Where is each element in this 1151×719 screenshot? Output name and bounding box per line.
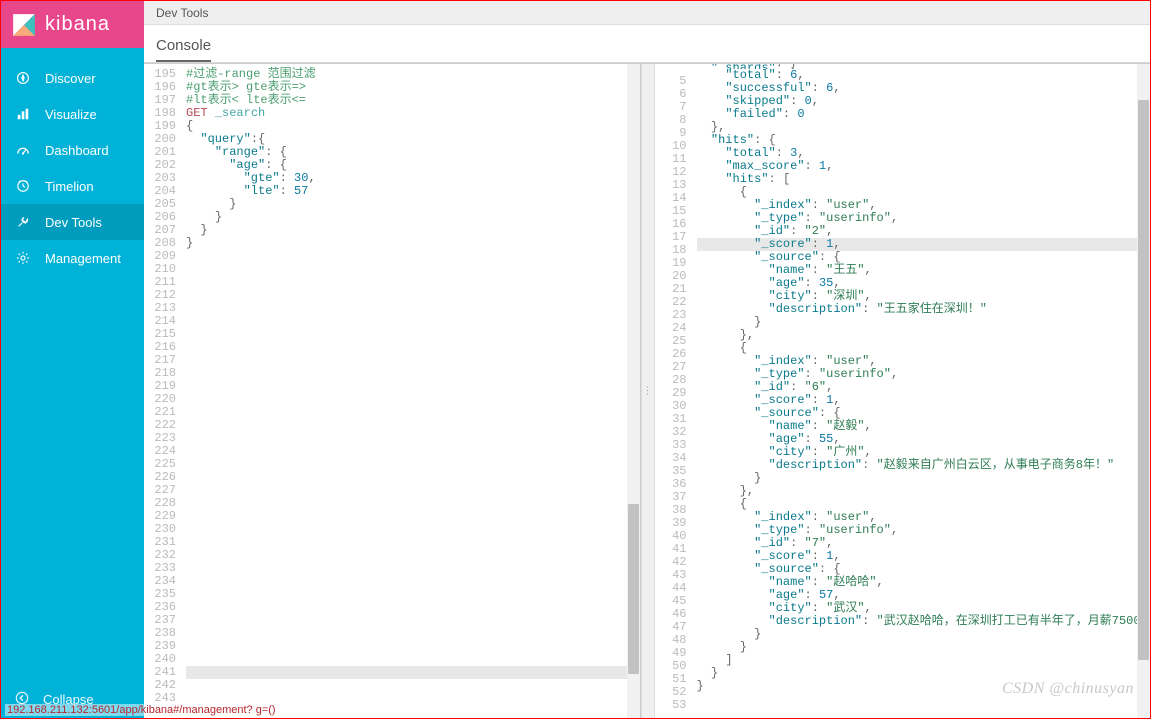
tab-console[interactable]: Console (156, 31, 211, 62)
request-pane[interactable]: 1951961971981992002012022032042052062072… (144, 64, 641, 718)
gauge-icon (15, 142, 31, 158)
status-url: 192.168.211.132:5601/app/kibana#/managem… (5, 704, 278, 716)
sidebar-item-dev-tools[interactable]: Dev Tools (1, 204, 144, 240)
logo[interactable]: kibana (1, 1, 144, 48)
sidebar-item-dashboard[interactable]: Dashboard (1, 132, 144, 168)
sidebar-item-label: Management (45, 251, 121, 266)
editor-area: 1951961971981992002012022032042052062072… (144, 63, 1150, 718)
breadcrumb: Dev Tools (156, 6, 208, 20)
sidebar-item-label: Discover (45, 71, 96, 86)
sidebar: kibana Discover Visualize Dashboard Timelio… (1, 1, 144, 718)
sidebar-item-label: Visualize (45, 107, 97, 122)
breadcrumb-bar: Dev Tools (144, 1, 1150, 25)
main-content: Dev Tools Console 1951961971981992002012… (144, 1, 1150, 718)
kibana-logo-icon (11, 12, 37, 38)
tab-row: Console (144, 25, 1150, 63)
wrench-icon (15, 214, 31, 230)
sidebar-item-timelion[interactable]: Timelion (1, 168, 144, 204)
sidebar-item-discover[interactable]: Discover (1, 60, 144, 96)
response-scrollbar[interactable] (1137, 64, 1150, 718)
sidebar-item-label: Dev Tools (45, 215, 102, 230)
clock-icon (15, 178, 31, 194)
response-pane[interactable]: 5678910111213141516171819202122232425262… (655, 64, 1151, 718)
bar-chart-icon (15, 106, 31, 122)
sidebar-item-visualize[interactable]: Visualize (1, 96, 144, 132)
sidebar-item-management[interactable]: Management (1, 240, 144, 276)
sidebar-item-label: Timelion (45, 179, 94, 194)
gear-icon (15, 250, 31, 266)
logo-text: kibana (45, 13, 110, 36)
pane-splitter[interactable]: ⋮⋮ (641, 64, 655, 718)
sidebar-item-label: Dashboard (45, 143, 109, 158)
compass-icon (15, 70, 31, 86)
request-scrollbar[interactable] (627, 64, 640, 718)
